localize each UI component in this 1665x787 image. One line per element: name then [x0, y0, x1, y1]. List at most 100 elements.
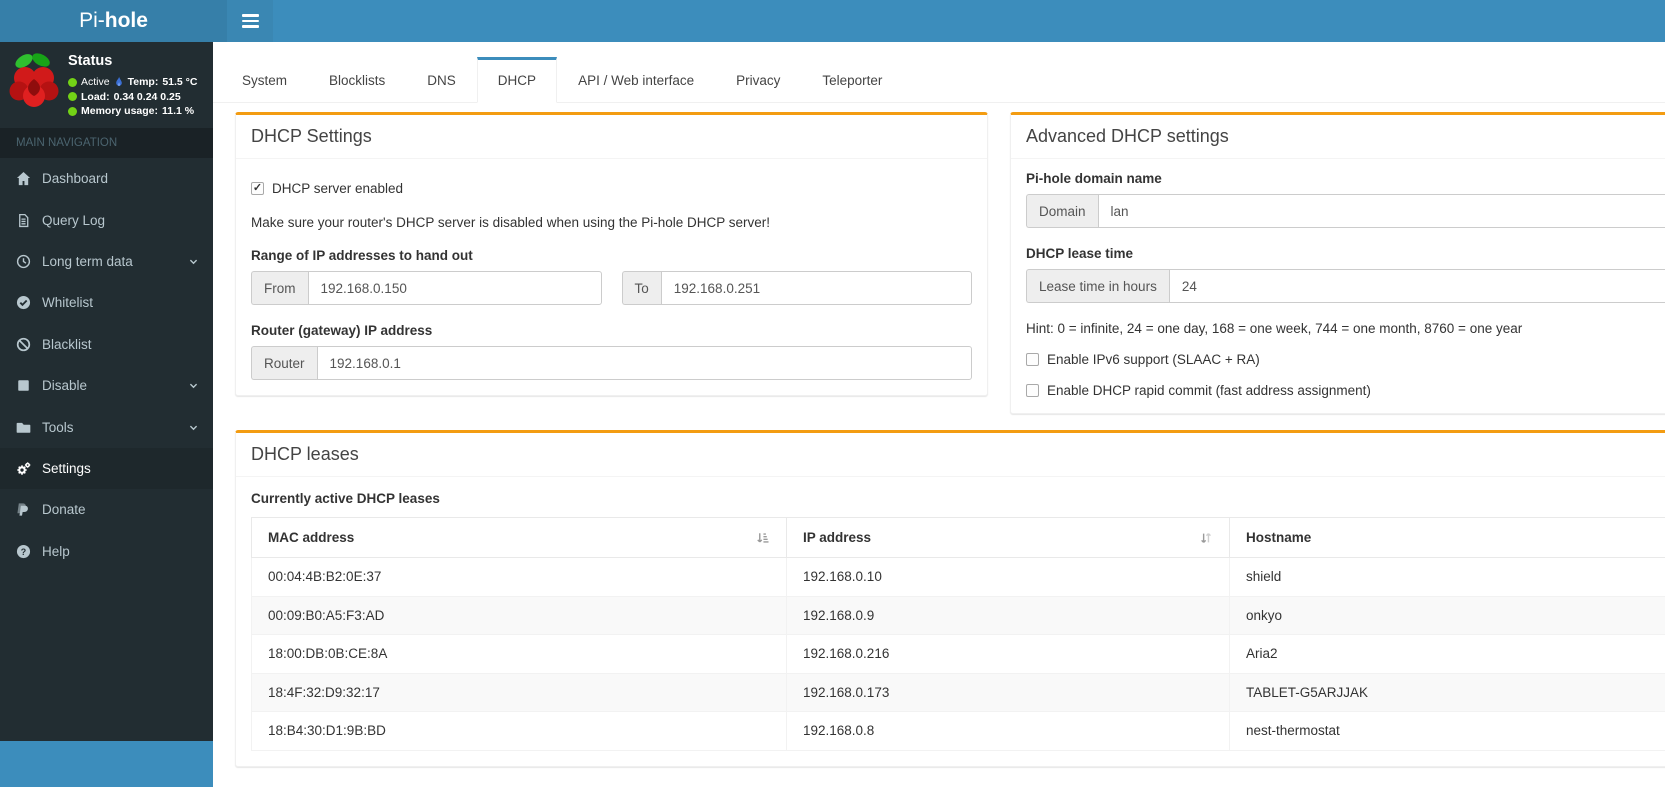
sidebar-item-query-log[interactable]: Query Log [0, 199, 213, 240]
stop-icon [16, 378, 31, 393]
to-addon-label: To [621, 271, 661, 305]
tab-dns[interactable]: DNS [406, 57, 477, 103]
ip-address-cell: 192.168.0.173 [786, 672, 1230, 712]
hamburger-icon [241, 14, 259, 17]
clock-icon [16, 254, 31, 269]
tab-blocklists[interactable]: Blocklists [308, 57, 406, 103]
status-memory-line: Memory usage: 11.1 % [68, 105, 197, 117]
range-to-input[interactable] [660, 271, 972, 305]
hostname-cell: nest-thermostat [1229, 711, 1665, 751]
sidebar-item-long-term-data[interactable]: Long term data [0, 241, 213, 282]
advanced-option-checkbox[interactable] [1026, 353, 1039, 366]
ip-address-cell: 192.168.0.216 [786, 634, 1230, 674]
status-active-dot [68, 77, 77, 87]
main-content: System Blocklists DNS DHCP API / Web int… [213, 42, 1665, 787]
router-group: Router [251, 346, 972, 380]
lease-time-input[interactable] [1168, 269, 1665, 303]
table-row: 18:00:DB:0B:CE:8A 192.168.0.216 Aria2 [251, 634, 1665, 674]
domain-input[interactable] [1097, 194, 1665, 228]
tab-privacy[interactable]: Privacy [715, 57, 801, 103]
mac-address-cell: 00:04:4B:B2:0E:37 [251, 557, 787, 597]
ban-icon [16, 337, 31, 352]
sort-both-icon[interactable] [1199, 531, 1213, 545]
tab-system[interactable]: System [221, 57, 308, 103]
range-from-input[interactable] [307, 271, 602, 305]
range-from-group: From [251, 271, 602, 305]
sidebar-item-help[interactable]: Help [0, 531, 213, 572]
advanced-dhcp-settings-panel: Advanced DHCP settings Pi-hole domain na… [1010, 112, 1665, 414]
status-memory-dot [68, 106, 77, 116]
brand-prefix: Pi- [79, 9, 105, 32]
sort-amount-icon[interactable] [756, 531, 770, 545]
sidebar-item-label: Blacklist [42, 336, 92, 352]
dhcp-leases-table: MAC address IP address Hostname 00:04:4B… [251, 517, 1665, 751]
sidebar-item-label: Whitelist [42, 295, 94, 311]
ip-range-label: Range of IP addresses to hand out [251, 248, 473, 263]
check-circle-icon [16, 295, 31, 310]
column-header-mac-address[interactable]: MAC address [251, 517, 787, 558]
file-icon [16, 213, 31, 228]
chevron-down-icon [188, 256, 199, 267]
lease-time-group: Lease time in hours [1026, 269, 1665, 303]
sidebar-item-label: Tools [42, 419, 74, 435]
column-header-ip-address[interactable]: IP address [786, 517, 1230, 558]
chevron-down-icon [188, 422, 199, 433]
sidebar-menu: Dashboard Query Log Long term data White… [0, 158, 213, 572]
lease-time-hint: Hint: 0 = infinite, 24 = one day, 168 = … [1026, 321, 1523, 336]
load-values: 0.34 0.24 0.25 [113, 90, 181, 103]
from-addon-label: From [251, 271, 308, 305]
sidebar-item-tools[interactable]: Tools [0, 406, 213, 447]
hostname-cell: TABLET-G5ARJJAK [1229, 672, 1665, 712]
advanced-option-checkbox[interactable] [1026, 384, 1039, 397]
range-to-group: To [621, 271, 972, 305]
dhcp-server-enabled-row: DHCP server enabled [251, 181, 972, 196]
sidebar-item-dashboard[interactable]: Dashboard [0, 158, 213, 199]
settings-tab-bar: System Blocklists DNS DHCP API / Web int… [213, 57, 1665, 103]
temp-value: 51.5 °C [162, 76, 198, 88]
tab-api-web-interface[interactable]: API / Web interface [557, 57, 715, 103]
active-leases-subtitle: Currently active DHCP leases [251, 491, 440, 506]
advanced-option-row: Enable DHCP rapid commit (fast address a… [1026, 383, 1665, 398]
sidebar-item-disable[interactable]: Disable [0, 365, 213, 406]
column-header-hostname[interactable]: Hostname [1229, 517, 1665, 558]
status-title: Status [68, 53, 113, 69]
tab-dhcp[interactable]: DHCP [476, 57, 558, 103]
hostname-cell: onkyo [1229, 595, 1665, 635]
domain-group: Domain [1026, 194, 1665, 228]
sidebar-item-label: Query Log [42, 212, 106, 228]
sidebar-item-donate[interactable]: Donate [0, 489, 213, 530]
domain-name-label: Pi-hole domain name [1026, 171, 1162, 186]
sidebar-toggle-button[interactable] [227, 0, 273, 42]
sidebar-item-label: Donate [42, 502, 86, 518]
mac-address-cell: 18:B4:30:D1:9B:BD [251, 711, 787, 751]
panel-title-dhcp-settings: DHCP Settings [251, 126, 372, 146]
sidebar-item-label: Settings [42, 460, 91, 476]
leases-table-body: 00:04:4B:B2:0E:37 192.168.0.10 shield 00… [251, 557, 1665, 751]
sidebar-section-header: MAIN NAVIGATION [0, 128, 213, 158]
router-warning-note: Make sure your router's DHCP server is d… [251, 215, 771, 230]
paypal-icon [16, 502, 31, 517]
advanced-option-row: Enable IPv6 support (SLAAC + RA) [1026, 352, 1665, 367]
dhcp-server-enabled-checkbox[interactable] [251, 182, 264, 195]
status-load-line: Load: 0.34 0.24 0.25 [68, 91, 197, 103]
sidebar-item-blacklist[interactable]: Blacklist [0, 324, 213, 365]
advanced-option-label: Enable IPv6 support (SLAAC + RA) [1047, 352, 1260, 367]
router-addon-label: Router [251, 346, 317, 380]
sidebar-item-label: Dashboard [42, 171, 109, 187]
brand-logo[interactable]: Pi-hole [0, 0, 227, 42]
advanced-options: Enable IPv6 support (SLAAC + RA) Enable … [1026, 352, 1665, 398]
sidebar-item-label: Disable [42, 378, 88, 394]
mac-address-cell: 00:09:B0:A5:F3:AD [251, 595, 787, 635]
sidebar-item-label: Help [42, 543, 70, 559]
panel-title-advanced-dhcp: Advanced DHCP settings [1026, 126, 1229, 146]
ip-address-cell: 192.168.0.9 [786, 595, 1230, 635]
sidebar-item-whitelist[interactable]: Whitelist [0, 282, 213, 323]
raspberry-logo-icon [8, 51, 60, 109]
home-icon [16, 171, 31, 186]
sidebar-item-settings[interactable]: Settings [0, 447, 213, 490]
router-ip-input[interactable] [316, 346, 972, 380]
chevron-down-icon [188, 380, 199, 391]
ip-address-cell: 192.168.0.10 [786, 557, 1230, 597]
temperature-flame-icon [114, 76, 124, 88]
tab-teleporter[interactable]: Teleporter [801, 57, 903, 103]
